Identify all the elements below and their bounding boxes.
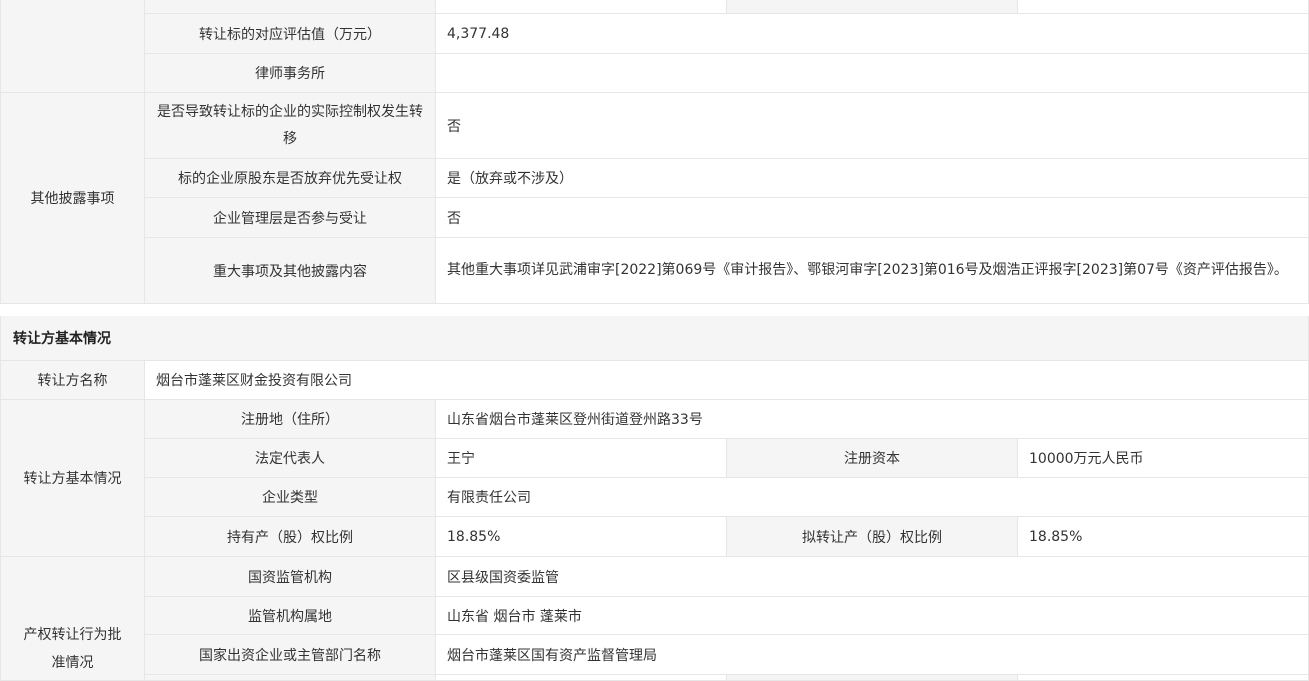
other-disclosures-group-label: 其他披露事项 <box>0 93 145 304</box>
address-value: 山东省烟台市蓬莱区登州街道登州路33号 <box>436 400 1309 439</box>
agency-value: 区县级国资委监管 <box>436 557 1309 597</box>
partial-label-cell-2 <box>727 0 1018 14</box>
table-gap <box>0 304 1309 316</box>
agency-label: 国资监管机构 <box>145 557 436 597</box>
approval-group-label: 产权转让行为批准情况 <box>0 557 145 681</box>
partial-value-cell-2 <box>1018 0 1309 14</box>
transfer-ratio-label: 拟转让产（股）权比例 <box>727 517 1018 557</box>
management-label: 企业管理层是否参与受让 <box>145 198 436 238</box>
partial-bottom-label-1 <box>145 675 436 681</box>
transfer-ratio-value: 18.85% <box>1018 517 1309 557</box>
reg-capital-label: 注册资本 <box>727 439 1018 478</box>
preemptive-label: 标的企业原股东是否放弃优先受让权 <box>145 159 436 198</box>
control-change-value: 否 <box>436 93 1309 159</box>
law-firm-value <box>436 54 1309 93</box>
dept-name-label: 国家出资企业或主管部门名称 <box>145 635 436 675</box>
major-matters-value: 其他重大事项详见武浦审字[2022]第069号《审计报告》、鄂银河审字[2023… <box>436 238 1309 304</box>
approval-group-text: 产权转让行为批准情况 <box>23 627 122 671</box>
preemptive-value: 是（放弃或不涉及） <box>436 159 1309 198</box>
legal-rep-value: 王宁 <box>436 439 727 478</box>
company-type-value: 有限责任公司 <box>436 478 1309 517</box>
partial-bottom-value-1 <box>436 675 727 681</box>
address-label: 注册地（住所） <box>145 400 436 439</box>
transferor-name-label: 转让方名称 <box>0 361 145 400</box>
transferor-name-value: 烟台市蓬莱区财金投资有限公司 <box>145 361 1309 400</box>
partial-bottom-label-2 <box>727 675 1018 681</box>
legal-rep-label: 法定代表人 <box>145 439 436 478</box>
agency-location-label: 监管机构属地 <box>145 597 436 635</box>
transferor-group-label: 转让方基本情况 <box>0 400 145 557</box>
dept-name-value: 烟台市蓬莱区国有资产监督管理局 <box>436 635 1309 675</box>
group-cell-top <box>0 0 145 93</box>
section-title-transferor: 转让方基本情况 <box>0 316 1309 361</box>
partial-value-cell-1 <box>436 0 727 14</box>
partial-label-cell <box>145 0 436 14</box>
agency-location-value: 山东省 烟台市 蓬莱市 <box>436 597 1309 635</box>
holding-ratio-label: 持有产（股）权比例 <box>145 517 436 557</box>
company-type-label: 企业类型 <box>145 478 436 517</box>
management-value: 否 <box>436 198 1309 238</box>
major-matters-label: 重大事项及其他披露内容 <box>145 238 436 304</box>
control-change-label: 是否导致转让标的企业的实际控制权发生转移 <box>145 93 436 159</box>
partial-bottom-value-2 <box>1018 675 1309 681</box>
law-firm-label: 律师事务所 <box>145 54 436 93</box>
valuation-label: 转让标的对应评估值（万元） <box>145 14 436 54</box>
valuation-value: 4,377.48 <box>436 14 1309 54</box>
reg-capital-value: 10000万元人民币 <box>1018 439 1309 478</box>
holding-ratio-value: 18.85% <box>436 517 727 557</box>
